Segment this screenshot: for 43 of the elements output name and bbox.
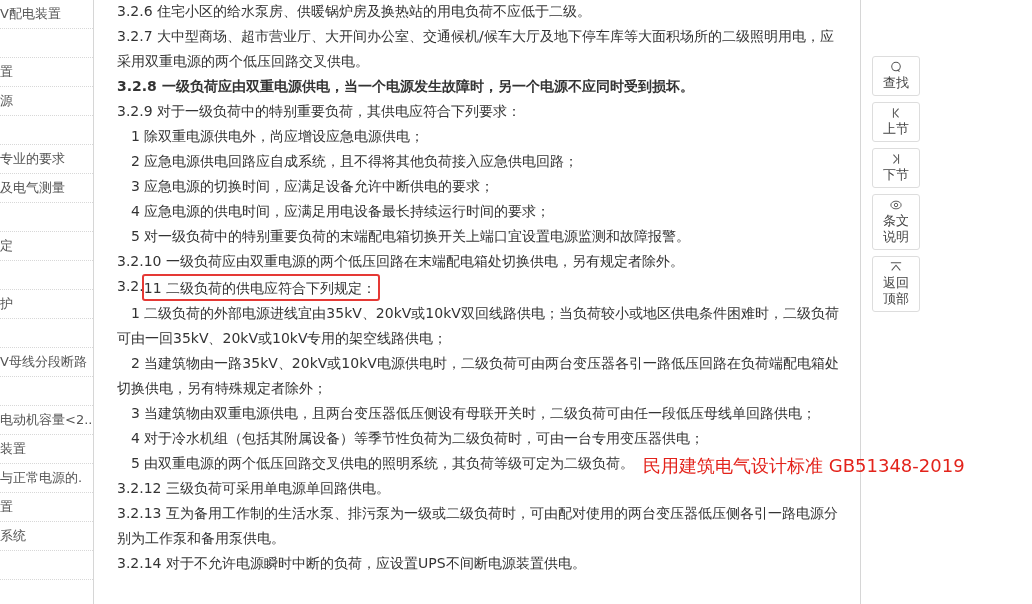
tool-button[interactable]: 条文说明 <box>872 194 920 250</box>
item-text: 1 二级负荷的外部电源进线宜由35kV、20kV或10kV双回线路供电；当负荷较小或地区供电条件困难时，二级负荷可由一回35kV、20kV或10kV专用的架空线路供电； <box>117 304 840 348</box>
clause-text: 3.2.6 住宅小区的给水泵房、供暖锅炉房及换热站的用电负荷不应低于二级。 <box>117 2 592 21</box>
skip-forward-icon <box>890 153 902 165</box>
skip-back-icon <box>890 107 902 119</box>
sidebar-item[interactable]: V配电装置 <box>0 5 61 23</box>
item-text: 5 由双重电源的两个低压回路交叉供电的照明系统，其负荷等级可定为二级负荷。 <box>130 454 635 473</box>
item-text: 3 当建筑物由双重电源供电，且两台变压器低压侧设有母联开关时，二级负荷可由任一段低压母线单回路供电； <box>130 404 817 423</box>
sidebar-item[interactable]: 系统 <box>0 527 26 545</box>
eye-icon <box>890 199 902 211</box>
search-icon <box>890 61 902 73</box>
clause-text: 3.2.7 大中型商场、超市营业厅、大开间办公室、交通候机/候车大厅及地下停车库等大面积场所的二级照明用电，应采用双重电源的两个低压回路交叉供电。 <box>117 27 835 71</box>
item-text: 5 对一级负荷中的特别重要负荷的末端配电箱切换开关上端口宜设置电源监测和故障报警。 <box>130 227 691 246</box>
sidebar-item[interactable]: 及电气测量 <box>0 179 65 197</box>
sidebar-item[interactable]: 源 <box>0 92 13 110</box>
clause-text: 3.2.14 对于不允许电源瞬时中断的负荷，应设置UPS不间断电源装置供电。 <box>117 554 586 573</box>
back-to-top-icon <box>890 261 902 273</box>
annotation-text: 民用建筑电气设计标准 GB51348-2019 <box>643 454 965 478</box>
sidebar-item[interactable]: 护 <box>0 295 13 313</box>
tool-button[interactable]: 返回顶部 <box>872 256 920 312</box>
clause-text: 3.2.12 三级负荷可采用单电源单回路供电。 <box>117 479 390 498</box>
tool-button[interactable]: 下节 <box>872 148 920 188</box>
clause-text: 3.2.8 一级负荷应由双重电源供电，当一个电源发生故障时，另一个电源不应同时受到损坏。 <box>117 77 694 96</box>
item-text: 4 应急电源的供电时间，应满足用电设备最长持续运行时间的要求； <box>130 202 551 221</box>
sidebar-item[interactable]: 电动机容量<2.. <box>0 411 93 429</box>
sidebar-item[interactable]: V母线分段断路 <box>0 353 87 371</box>
clause-text: 3.2.9 对于一级负荷中的特别重要负荷，其供电应符合下列要求： <box>117 102 522 121</box>
item-text: 1 除双重电源供电外，尚应增设应急电源供电； <box>130 127 425 146</box>
item-text: 3 应急电源的切换时间，应满足设备允许中断供电的要求； <box>130 177 495 196</box>
clause-text: 3.2.11 二级负荷的供电应符合下列规定： <box>117 274 380 301</box>
item-text: 2 当建筑物由一路35kV、20kV或10kV电源供电时，二级负荷可由两台变压器各引一路低压回路在负荷端配电箱处切换供电，另有特殊规定者除外； <box>117 354 840 398</box>
sidebar-item[interactable]: 与正常电源的. <box>0 469 83 487</box>
sidebar-item[interactable]: 专业的要求 <box>0 150 65 168</box>
sidebar-item[interactable]: 定 <box>0 237 13 255</box>
sidebar-item[interactable]: 置 <box>0 63 13 81</box>
clause-text: 3.2.13 互为备用工作制的生活水泵、排污泵为一级或二级负荷时，可由配对使用的两台变压器低压侧各引一路电源分别为工作泵和备用泵供电。 <box>117 504 839 548</box>
item-text: 4 对于冷水机组（包括其附属设备）等季节性负荷为二级负荷时，可由一台专用变压器供电； <box>130 429 705 448</box>
clause-text: 3.2.10 一级负荷应由双重电源的两个低压回路在末端配电箱处切换供电，另有规定者除外。 <box>117 252 684 271</box>
sidebar-item[interactable]: 置 <box>0 498 13 516</box>
tool-button[interactable]: 上节 <box>872 102 920 142</box>
item-text: 2 应急电源供电回路应自成系统，且不得将其他负荷接入应急供电回路； <box>130 152 579 171</box>
tool-button[interactable]: 查找 <box>872 56 920 96</box>
sidebar-item[interactable]: 装置 <box>0 440 26 458</box>
